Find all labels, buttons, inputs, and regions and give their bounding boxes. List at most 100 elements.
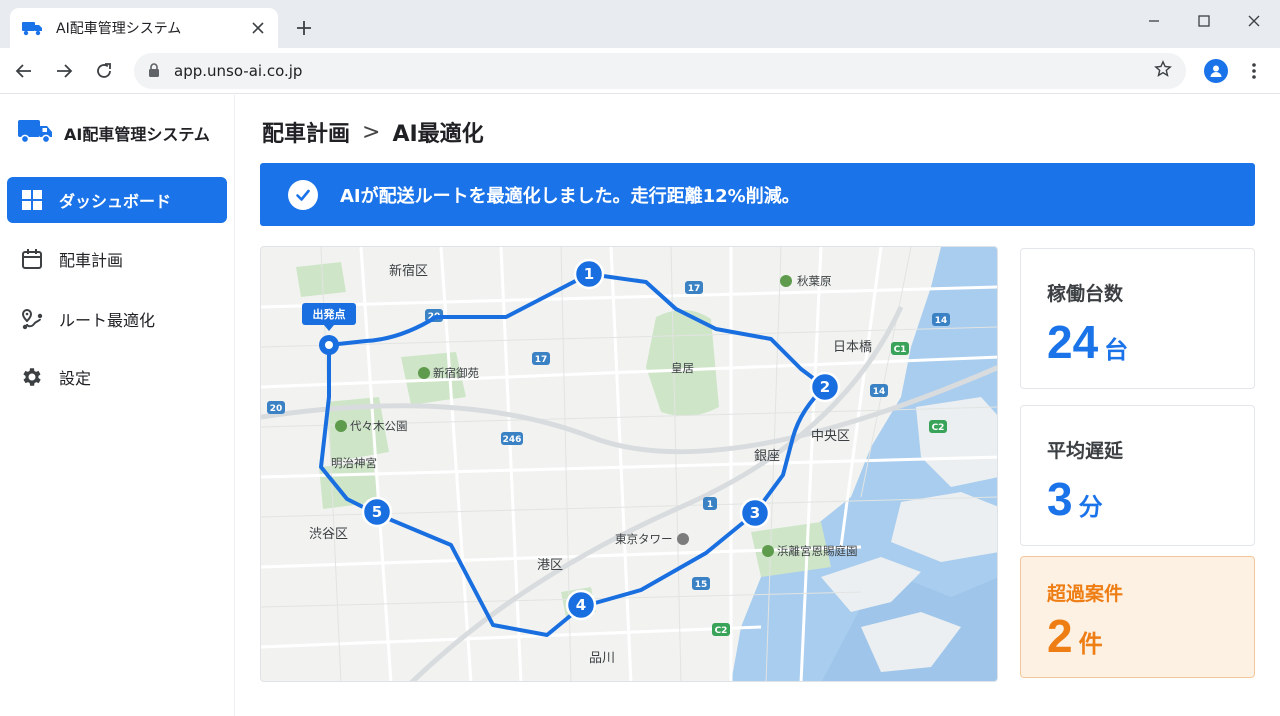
- stat-card-active-vehicles: 稼働台数 24 台: [1020, 248, 1255, 389]
- road-shield-label: 15: [695, 580, 708, 590]
- stat-label: 超過案件: [1047, 583, 1124, 605]
- breadcrumb-item-dispatch-plan[interactable]: 配車計画: [262, 116, 350, 148]
- road-shield-label: C2: [715, 626, 728, 636]
- road-shield-label: 1: [707, 500, 713, 510]
- start-marker[interactable]: 出発点: [302, 303, 356, 355]
- map-label-shinagawa: 品川: [589, 651, 615, 666]
- dashboard-grid-icon: [19, 187, 45, 213]
- sidebar-item-route-optimization[interactable]: ルート最適化: [7, 296, 227, 342]
- truck-logo-icon: [18, 117, 54, 149]
- stop-number: 3: [750, 504, 760, 522]
- stop-number: 5: [372, 503, 382, 521]
- profile-avatar-icon[interactable]: [1204, 59, 1228, 83]
- stat-unit: 台: [1104, 336, 1129, 364]
- stop-marker-2[interactable]: 2: [809, 371, 841, 403]
- map-label-minato: 港区: [537, 558, 563, 573]
- lock-icon: [148, 62, 160, 81]
- map-label-shinjuku-gyoen: 新宿御苑: [433, 366, 479, 380]
- sidebar-item-dispatch-plan[interactable]: 配車計画: [7, 236, 227, 282]
- map-label-ginza: 銀座: [754, 449, 780, 464]
- address-bar[interactable]: app.unso-ai.co.jp: [134, 53, 1186, 89]
- breadcrumb-separator: >: [362, 119, 381, 145]
- stat-unit: 件: [1078, 630, 1103, 658]
- stop-marker-1[interactable]: 1: [573, 258, 605, 290]
- map-label-tokyo-tower: 東京タワー: [615, 532, 673, 546]
- sidebar: AI配車管理システム ダッシュボード 配車計画 ルート最適化 設定: [0, 95, 235, 716]
- stat-unit: 分: [1078, 493, 1103, 521]
- new-tab-icon[interactable]: [292, 16, 316, 40]
- gear-icon: [19, 364, 45, 390]
- map-label-nihonbashi: 日本橋: [833, 340, 872, 355]
- stat-card-overdue-cases[interactable]: 超過案件 2 件: [1020, 556, 1255, 678]
- maximize-icon[interactable]: [1193, 10, 1215, 32]
- start-label: 出発点: [313, 307, 346, 321]
- sidebar-item-label: ルート最適化: [59, 311, 156, 330]
- map-pin-icon: [335, 420, 347, 432]
- road-shield-label: 20: [270, 404, 283, 414]
- browser-tab-bar: AI配車管理システム: [0, 0, 1280, 48]
- stat-label: 平均遅延: [1047, 440, 1124, 462]
- forward-arrow-icon[interactable]: [51, 58, 77, 84]
- stop-marker-4[interactable]: 4: [565, 589, 597, 621]
- stat-number: 24: [1047, 316, 1099, 368]
- sidebar-item-label: 設定: [59, 369, 92, 388]
- success-banner: AIが配送ルートを最適化しました。走行距離12%削減。: [260, 163, 1255, 226]
- road-shield-label: C2: [932, 423, 945, 433]
- back-arrow-icon[interactable]: [11, 58, 37, 84]
- browser-tab[interactable]: AI配車管理システム: [10, 8, 278, 48]
- stat-value: 24 台: [1047, 315, 1128, 369]
- stop-number: 2: [820, 378, 830, 396]
- stat-number: 2: [1047, 610, 1073, 662]
- check-circle-icon: [288, 179, 318, 210]
- truck-icon: [22, 20, 44, 36]
- sidebar-item-label: ダッシュボード: [59, 192, 172, 211]
- route-map[interactable]: 新宿区 渋谷区 港区 中央区 品川 銀座 日本橋 秋葉原 皇居 新宿御苑 代々木…: [260, 246, 998, 682]
- breadcrumb: 配車計画 > AI最適化: [262, 116, 484, 148]
- stat-number: 3: [1047, 473, 1073, 525]
- calendar-icon: [19, 246, 45, 272]
- banner-message: AIが配送ルートを最適化しました。走行距離12%削減。: [340, 185, 800, 207]
- stat-card-average-delay: 平均遅延 3 分: [1020, 405, 1255, 546]
- road-shield-label: 17: [535, 355, 548, 365]
- map-label-meiji-jingu: 明治神宮: [331, 456, 377, 470]
- brand-name: AI配車管理システム: [64, 125, 210, 144]
- browser-menu-icon[interactable]: [1244, 59, 1264, 83]
- stop-marker-3[interactable]: 3: [739, 497, 771, 529]
- route-icon: [19, 306, 45, 332]
- bookmark-star-icon[interactable]: [1154, 60, 1172, 82]
- stat-label: 稼働台数: [1047, 283, 1124, 305]
- optimized-route-line: [319, 272, 827, 637]
- reload-icon[interactable]: [91, 58, 117, 84]
- stop-marker-5[interactable]: 5: [361, 496, 393, 528]
- map-label-hamarikyu: 浜離宮恩賜庭園: [777, 544, 858, 558]
- app-brand[interactable]: AI配車管理システム: [18, 117, 210, 149]
- stat-value: 3 分: [1047, 472, 1103, 526]
- map-pin-icon: [780, 275, 792, 287]
- stop-number: 1: [584, 265, 594, 283]
- minimize-icon[interactable]: [1143, 10, 1165, 32]
- map-pin-icon: [677, 533, 689, 545]
- window-close-icon[interactable]: [1243, 10, 1265, 32]
- road-shield-label: 14: [873, 387, 886, 397]
- browser-toolbar: app.unso-ai.co.jp: [0, 48, 1280, 94]
- landmark-pins: [335, 275, 792, 557]
- map-label-chuo: 中央区: [811, 429, 850, 444]
- breadcrumb-item-ai-optimization: AI最適化: [392, 122, 484, 147]
- road-shield-label: 14: [935, 316, 948, 326]
- sidebar-item-label: 配車計画: [59, 251, 124, 270]
- map-pin-icon: [418, 367, 430, 379]
- map-label-yoyogi-park: 代々木公園: [350, 419, 408, 433]
- tab-close-icon[interactable]: [248, 18, 268, 38]
- map-label-shibuya: 渋谷区: [309, 527, 348, 542]
- tab-title: AI配車管理システム: [56, 21, 182, 37]
- stop-number: 4: [576, 596, 586, 614]
- road-shield-label: 246: [503, 435, 522, 445]
- map-label-imperial-palace: 皇居: [671, 361, 694, 375]
- sidebar-item-dashboard[interactable]: ダッシュボード: [7, 177, 227, 223]
- sidebar-item-settings[interactable]: 設定: [7, 354, 227, 400]
- url-text: app.unso-ai.co.jp: [174, 62, 303, 80]
- map-label-akihabara: 秋葉原: [797, 274, 832, 288]
- road-shield-label: 17: [688, 284, 701, 294]
- map-pin-icon: [762, 545, 774, 557]
- map-label-shinjuku: 新宿区: [389, 263, 428, 279]
